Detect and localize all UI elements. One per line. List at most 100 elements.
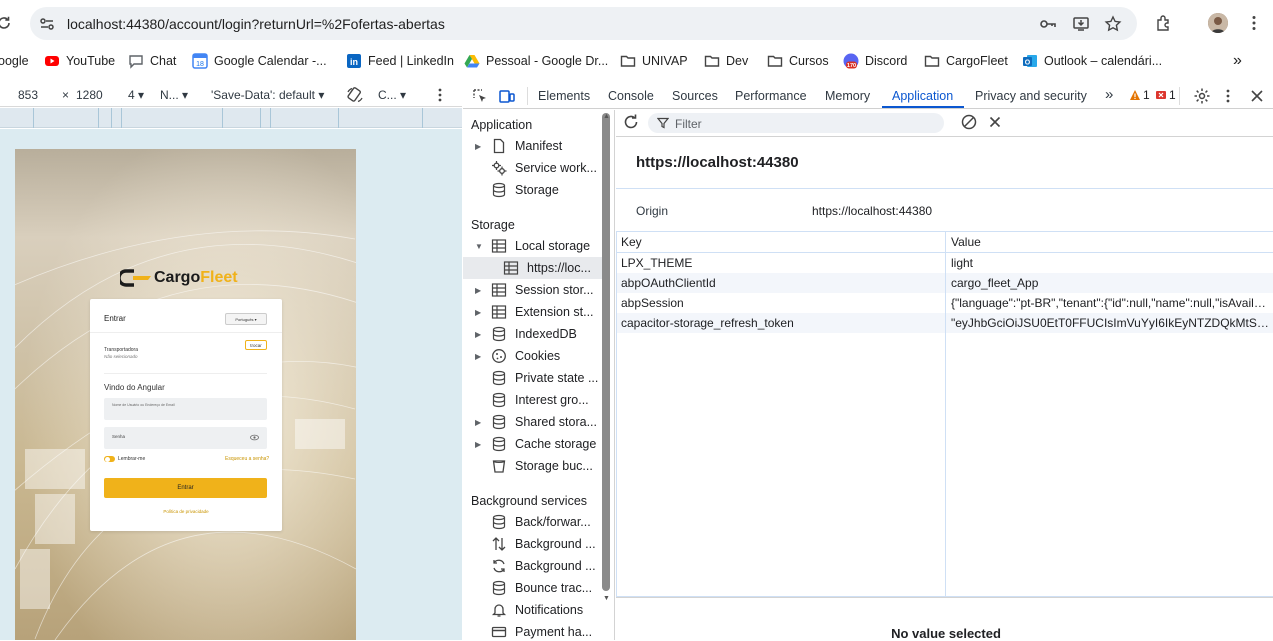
media-query-ruler[interactable] (0, 108, 462, 128)
tab-application[interactable]: Application (892, 89, 953, 103)
bookmark-google[interactable]: oogle (0, 52, 29, 70)
sidebar-item-background-fetch[interactable]: Background ... (475, 533, 596, 555)
sidebar-item-label: Shared stora... (515, 415, 597, 429)
errors-counter[interactable]: 1 (1155, 88, 1176, 102)
reload-icon[interactable] (0, 15, 12, 31)
bookmark-star-icon[interactable] (1104, 15, 1122, 33)
sidebar-item-manifest[interactable]: ▶ Manifest (475, 135, 562, 157)
username-placeholder: Nome de Usuário ou Endereço de Email (112, 403, 175, 407)
filter-funnel-icon (657, 117, 669, 129)
privacy-policy-link[interactable]: Política de privacidade (90, 509, 282, 514)
tab-performance[interactable]: Performance (735, 89, 807, 103)
show-password-eye-icon[interactable] (250, 433, 259, 442)
capture-select[interactable]: C... ▾ (378, 88, 406, 102)
sidebar-item-storage[interactable]: Storage (475, 179, 559, 201)
value-column-header[interactable]: Value (951, 235, 1269, 249)
forgot-password-link[interactable]: Esqueceu a senha? (225, 456, 269, 462)
sidebar-item-storage-buckets[interactable]: Storage buc... (475, 455, 593, 477)
profile-avatar[interactable] (1208, 13, 1228, 33)
origin-heading: https://localhost:44380 (636, 154, 799, 171)
extensions-icon[interactable] (1155, 14, 1173, 32)
bookmark-folder-cargofleet[interactable]: CargoFleet (924, 52, 1008, 70)
sidebar-item-back-forward-cache[interactable]: Back/forwar... (475, 511, 591, 533)
language-select[interactable]: Português ▾ (225, 313, 267, 325)
key-column-header[interactable]: Key (621, 235, 941, 249)
sidebar-item-shared-storage[interactable]: ▶ Shared stora... (475, 411, 597, 433)
devtools-menu-icon[interactable] (1221, 87, 1235, 105)
tab-memory[interactable]: Memory (825, 89, 870, 103)
rotate-icon[interactable] (346, 86, 364, 104)
browser-menu-icon[interactable] (1245, 14, 1263, 32)
more-tabs-button[interactable]: » (1105, 86, 1113, 103)
folder-icon (620, 53, 636, 69)
device-width-input[interactable]: 853 (18, 88, 38, 102)
switch-tenant-button[interactable]: trocar (245, 340, 267, 350)
device-pixel-ratio-select[interactable]: 4 ▾ (128, 88, 144, 102)
tab-privacy-and-security[interactable]: Privacy and security (975, 89, 1087, 103)
warnings-counter[interactable]: 1 (1129, 88, 1150, 102)
close-devtools-icon[interactable] (1248, 87, 1266, 105)
column-divider[interactable] (945, 231, 946, 597)
device-height-input[interactable]: 1280 (76, 88, 103, 102)
inspect-element-icon[interactable] (471, 87, 489, 105)
sidebar-item-indexeddb[interactable]: ▶ IndexedDB (475, 323, 577, 345)
sidebar-item-local-storage[interactable]: ▼ Local storage (475, 235, 590, 257)
site-info-icon[interactable] (38, 15, 56, 33)
url-text[interactable]: localhost:44380/account/login?returnUrl=… (67, 16, 445, 32)
sidebar-item-local-storage-origin[interactable]: https://loc... (463, 257, 603, 279)
bookmark-google-drive[interactable]: Pessoal - Google Dr... (464, 52, 608, 70)
tab-elements[interactable]: Elements (538, 89, 590, 103)
refresh-icon[interactable] (622, 113, 640, 131)
login-button[interactable]: Entrar (104, 478, 267, 498)
bookmark-youtube[interactable]: YouTube (44, 52, 115, 70)
password-input[interactable]: Senha (104, 427, 267, 449)
dimension-separator: × (62, 88, 70, 102)
remember-me-toggle[interactable] (104, 456, 115, 462)
throttling-select[interactable]: N... ▾ (160, 88, 188, 102)
database-icon (491, 514, 507, 530)
table-icon (491, 282, 507, 298)
sidebar-item-payment-handler[interactable]: Payment ha... (475, 621, 592, 640)
clear-all-icon[interactable] (960, 113, 978, 131)
scroll-up-arrow-icon[interactable]: ▲ (603, 113, 610, 120)
delete-selected-icon[interactable] (987, 114, 1003, 130)
sidebar-item-extension-storage[interactable]: ▶ Extension st... (475, 301, 594, 323)
tab-sources[interactable]: Sources (672, 89, 718, 103)
sidebar-item-label: Payment ha... (515, 625, 593, 639)
save-data-select[interactable]: 'Save-Data': default ▾ (211, 88, 324, 102)
sync-icon (491, 558, 507, 574)
bookmark-folder-cursos[interactable]: Cursos (767, 52, 829, 70)
bookmark-discord[interactable]: 170 Discord (843, 52, 907, 70)
sidebar-item-session-storage[interactable]: ▶ Session stor... (475, 279, 594, 301)
address-bar[interactable]: localhost:44380/account/login?returnUrl=… (30, 7, 1137, 40)
device-toolbar: 853 × 1280 4 ▾ N... ▾ 'Save-Data': defau… (0, 83, 462, 107)
device-toolbar-toggle-icon[interactable] (498, 87, 516, 105)
bookmark-outlook[interactable]: O Outlook – calendári... (1022, 52, 1162, 70)
sidebar-item-bounce-tracking[interactable]: Bounce trac... (475, 577, 592, 599)
more-bookmarks-button[interactable]: » (1233, 52, 1242, 70)
bookmark-label: UNIVAP (642, 54, 688, 68)
device-toolbar-menu-icon[interactable] (433, 87, 447, 103)
bookmark-folder-univap[interactable]: UNIVAP (620, 52, 688, 70)
sidebar-scrollbar[interactable] (602, 113, 610, 591)
install-app-icon[interactable] (1072, 15, 1090, 33)
filter-input[interactable]: Filter (648, 113, 944, 133)
sidebar-item-cache-storage[interactable]: ▶ Cache storage (475, 433, 596, 455)
sidebar-item-notifications[interactable]: Notifications (475, 599, 583, 621)
settings-gear-icon[interactable] (1193, 87, 1211, 105)
sidebar-item-service-workers[interactable]: Service work... (475, 157, 597, 179)
sidebar-item-private-state-tokens[interactable]: Private state ... (475, 367, 598, 389)
bookmark-folder-dev[interactable]: Dev (704, 52, 748, 70)
no-value-selected-message: No value selected (891, 626, 1001, 641)
password-key-icon[interactable] (1039, 15, 1057, 33)
sidebar-item-cookies[interactable]: ▶ Cookies (475, 345, 560, 367)
bookmark-linkedin[interactable]: in Feed | LinkedIn (346, 52, 454, 70)
sidebar-item-background-sync[interactable]: Background ... (475, 555, 596, 577)
row-key: abpSession (621, 296, 684, 310)
username-input[interactable]: Nome de Usuário ou Endereço de Email (104, 398, 267, 420)
scroll-down-arrow-icon[interactable]: ▼ (603, 595, 610, 602)
bookmark-google-calendar[interactable]: 18 Google Calendar -... (192, 52, 327, 70)
bookmark-chat[interactable]: Chat (128, 52, 176, 70)
tab-console[interactable]: Console (608, 89, 654, 103)
sidebar-item-interest-groups[interactable]: Interest gro... (475, 389, 589, 411)
